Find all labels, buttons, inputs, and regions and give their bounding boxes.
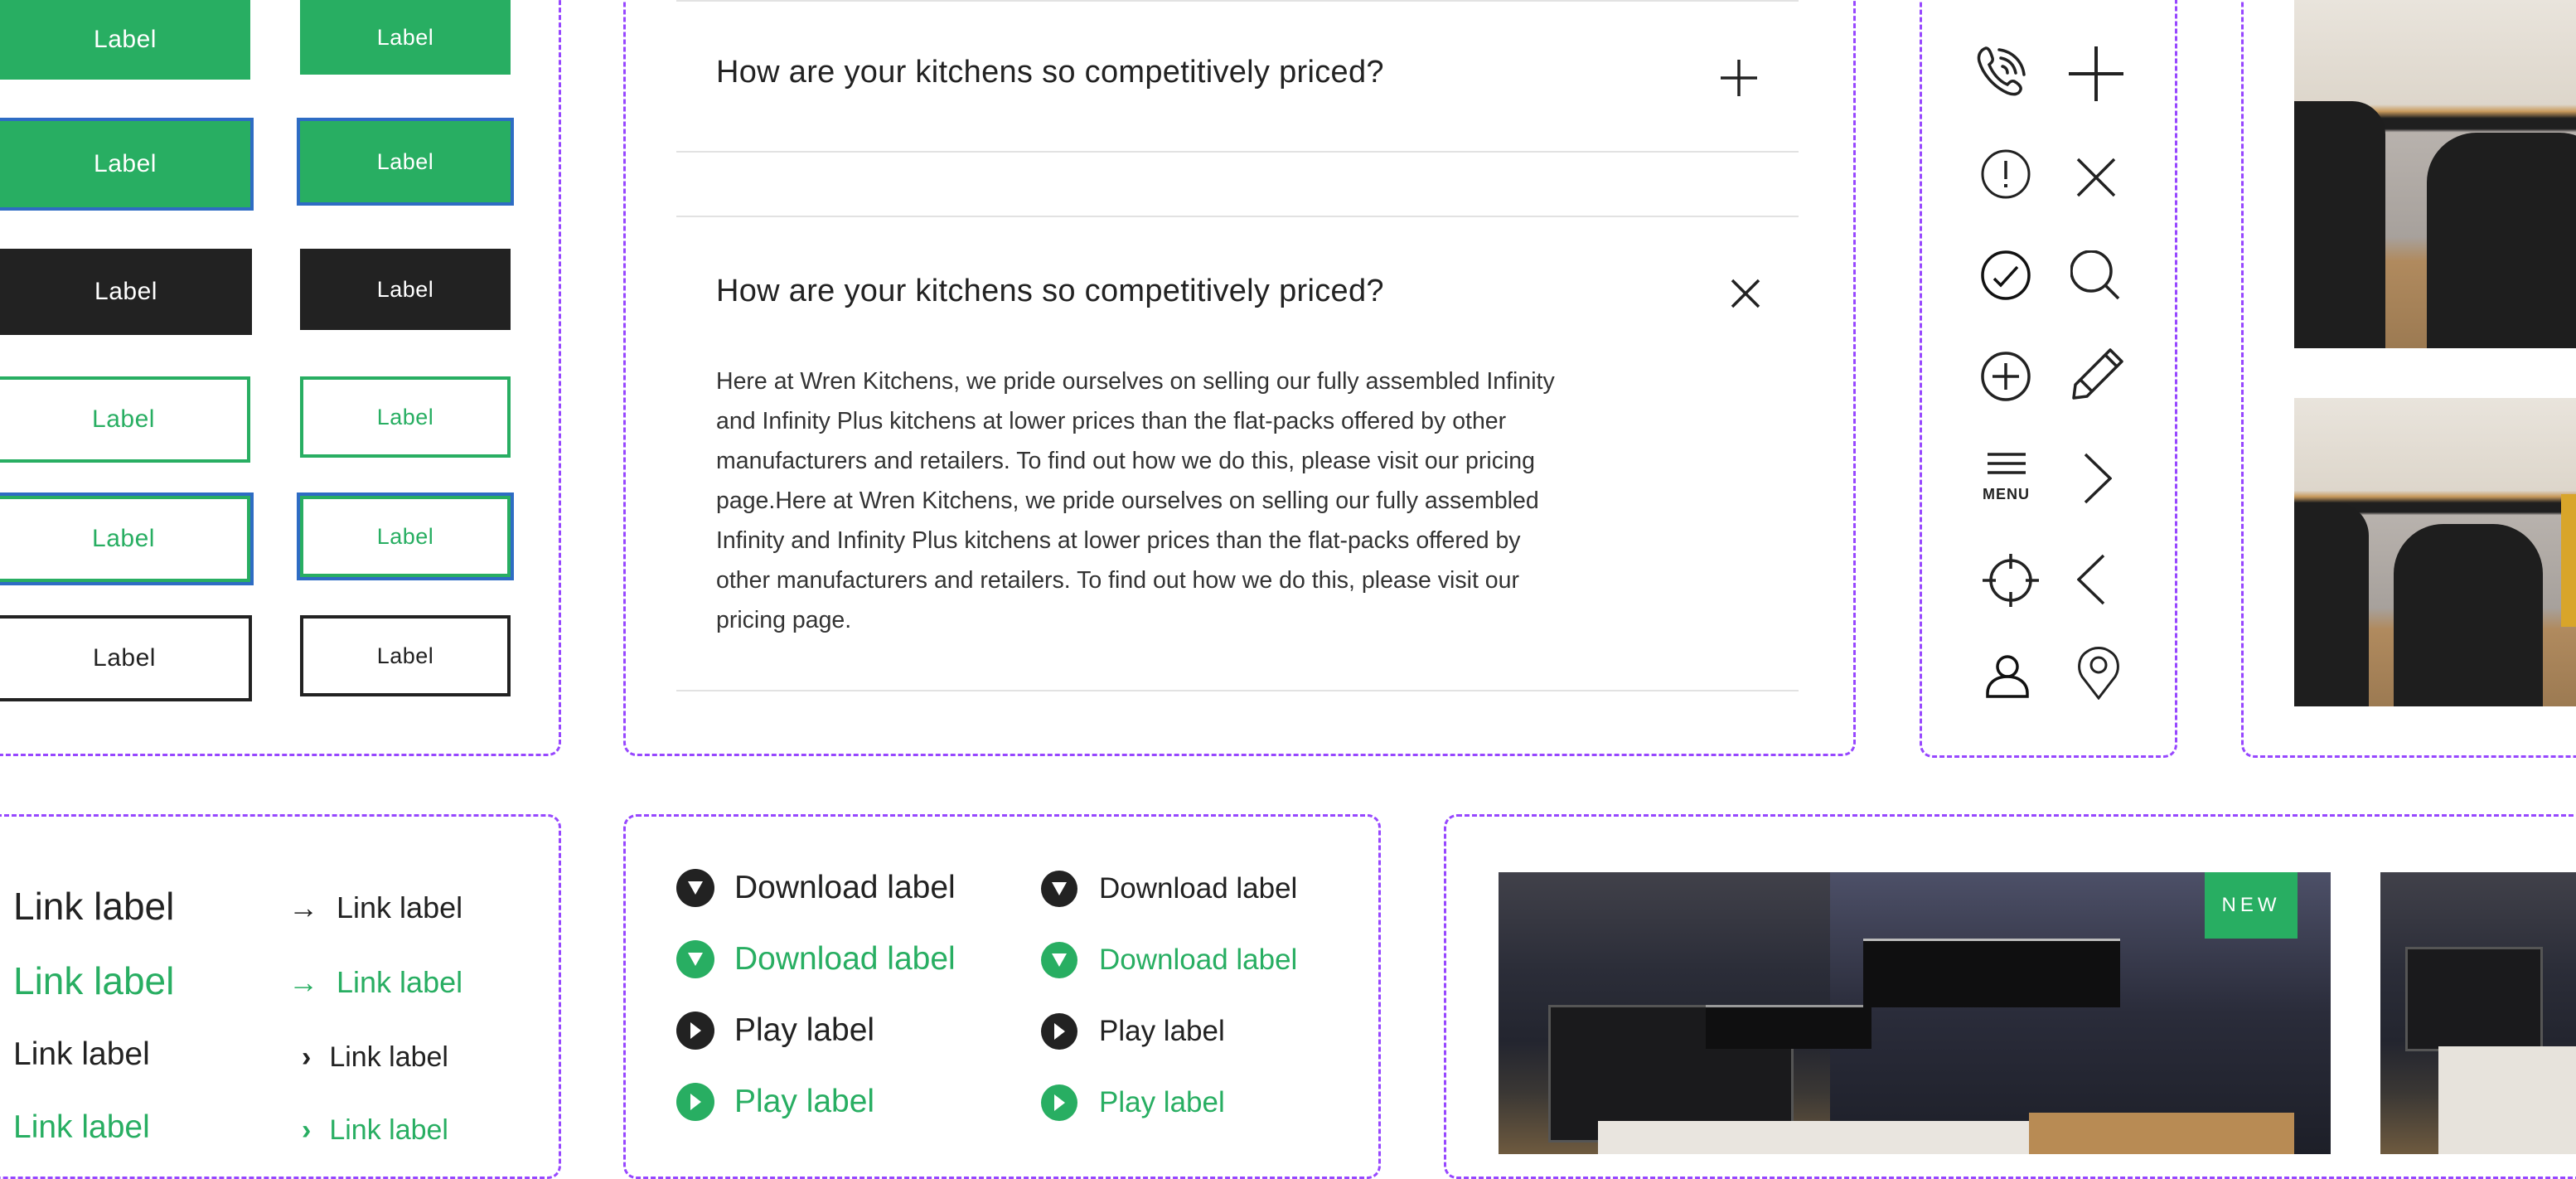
arrow-right-icon: → [288, 965, 318, 999]
search-icon [2070, 250, 2120, 300]
chevron-right-icon [2084, 453, 2113, 504]
primary-button-small[interactable]: Label [300, 0, 511, 75]
chevron-right-icon: › [302, 1114, 312, 1146]
link-large[interactable]: Link label [13, 884, 174, 929]
link-large-green[interactable]: Link label [13, 958, 174, 1003]
play-icon [1041, 1013, 1077, 1050]
dark-button-small[interactable]: Label [300, 249, 511, 330]
kitchen-image [2294, 398, 2576, 706]
kitchen-image [2294, 0, 2576, 348]
faq-divider [676, 690, 1799, 691]
link-medium-green[interactable]: Link label [13, 1109, 150, 1146]
menu-icon[interactable] [1988, 453, 2026, 474]
chair-shape [2294, 502, 2369, 706]
arrow-link-label: Link label [337, 890, 463, 924]
faq-question[interactable]: How are your kitchens so competitively p… [716, 55, 1384, 90]
play-link-label: Play label [734, 1084, 875, 1119]
primary-button-large[interactable]: Label [0, 0, 250, 80]
arrow-right-icon: → [288, 890, 318, 924]
play-link-label: Play label [1099, 1015, 1225, 1047]
outline-dark-button-large[interactable]: Label [0, 615, 252, 701]
download-link-label: Download label [734, 870, 956, 905]
crosshair-icon [1983, 554, 2039, 607]
outline-green-button-small-focused[interactable]: Label [297, 492, 514, 580]
new-badge: NEW [2205, 872, 2298, 939]
link-medium[interactable]: Link label [13, 1036, 150, 1073]
download-link-small[interactable]: Download label [1041, 871, 1297, 907]
download-icon [676, 940, 714, 978]
outline-dark-button-small[interactable]: Label [300, 615, 511, 696]
play-link[interactable]: Play label [676, 1012, 874, 1050]
play-link-label: Play label [734, 1012, 875, 1048]
chair-shape [2427, 133, 2576, 348]
cabinet-shape [2405, 947, 2543, 1051]
download-link-small-green[interactable]: Download label [1041, 942, 1297, 978]
island-shape [2438, 1046, 2576, 1154]
hood-shape [1863, 939, 2120, 1007]
dark-button-large[interactable]: Label [0, 249, 252, 335]
menu-label[interactable]: MENU [1983, 486, 2030, 503]
hood-shape [1706, 1005, 1871, 1049]
play-icon [676, 1083, 714, 1121]
primary-button-small-focused[interactable]: Label [297, 118, 514, 206]
play-link-label: Play label [1099, 1086, 1225, 1118]
icons-panel [1920, 0, 2177, 758]
stool-shape [2561, 494, 2576, 627]
user-icon [1986, 655, 2029, 698]
download-icon [676, 869, 714, 907]
location-pin-icon [2077, 645, 2120, 701]
download-icon [1041, 871, 1077, 907]
download-link[interactable]: Download label [676, 869, 956, 907]
plus-circle-icon [1981, 352, 2031, 401]
download-link-green[interactable]: Download label [676, 940, 956, 978]
outline-green-button-small[interactable]: Label [300, 376, 511, 458]
chevron-link-label: Link label [329, 1114, 448, 1146]
close-icon[interactable] [1731, 279, 1760, 308]
pencil-icon [2072, 348, 2123, 400]
play-link-green[interactable]: Play label [676, 1083, 874, 1121]
chevron-link[interactable]: › Link label [302, 1041, 448, 1074]
chair-shape [2294, 101, 2385, 348]
arrow-link-green[interactable]: → Link label [288, 965, 462, 1000]
phone-icon [1974, 43, 2032, 101]
arrow-link[interactable]: → Link label [288, 890, 462, 925]
close-icon [2076, 158, 2116, 197]
download-link-label: Download label [1099, 872, 1298, 905]
check-circle-icon [1981, 250, 2031, 300]
chevron-link-green[interactable]: › Link label [302, 1114, 448, 1147]
faq-question[interactable]: How are your kitchens so competitively p… [716, 274, 1384, 309]
board-shape [2029, 1113, 2294, 1154]
play-icon [1041, 1084, 1077, 1121]
alert-circle-icon [1981, 149, 2031, 199]
download-icon [1041, 942, 1077, 978]
primary-button-large-focused[interactable]: Label [0, 118, 254, 211]
chevron-link-label: Link label [329, 1041, 448, 1073]
chevron-right-icon: › [302, 1041, 312, 1073]
play-link-small-green[interactable]: Play label [1041, 1084, 1225, 1121]
faq-divider [676, 0, 1799, 2]
outline-green-button-large-focused[interactable]: Label [0, 492, 254, 585]
arrow-link-label: Link label [337, 965, 463, 999]
faq-divider [676, 151, 1799, 153]
play-link-small[interactable]: Play label [1041, 1013, 1225, 1050]
download-link-label: Download label [734, 941, 956, 977]
plus-icon [2069, 46, 2123, 101]
outline-green-button-large[interactable]: Label [0, 376, 250, 463]
chair-shape [2394, 524, 2543, 706]
plus-icon[interactable] [1717, 56, 1760, 99]
chevron-left-icon [2076, 554, 2105, 605]
download-link-label: Download label [1099, 944, 1298, 976]
play-icon [676, 1012, 714, 1050]
card-image[interactable] [2380, 872, 2576, 1154]
faq-answer: Here at Wren Kitchens, we pride ourselve… [716, 368, 1555, 633]
faq-divider [676, 216, 1799, 217]
